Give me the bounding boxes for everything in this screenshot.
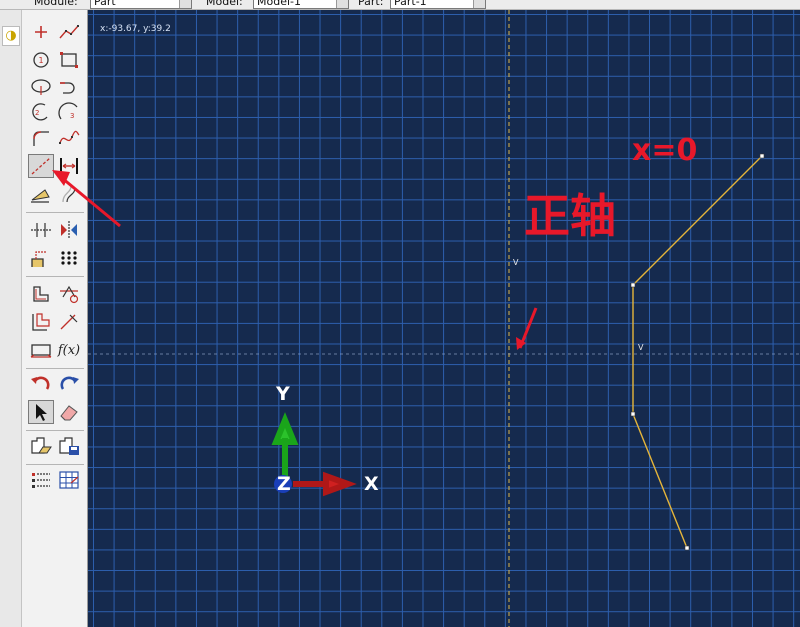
annotation-text: 正轴 — [524, 189, 616, 243]
model-label: Model: — [206, 0, 243, 8]
vertical-constraint-mark: V — [513, 258, 519, 267]
transform-icon[interactable] — [28, 338, 54, 362]
create-isolated-point-icon[interactable] — [28, 20, 54, 44]
chevron-down-icon[interactable] — [473, 0, 485, 8]
y-axis-arrow — [271, 412, 299, 480]
sketch-profile[interactable] — [632, 155, 763, 549]
save-sketch-icon[interactable] — [56, 434, 82, 458]
offset-icon[interactable] — [28, 246, 54, 270]
create-arc-three-points-icon[interactable]: 3 — [56, 100, 82, 124]
create-spline-icon[interactable] — [56, 126, 82, 150]
sketch-options-icon[interactable] — [28, 468, 54, 492]
sketch-viewport[interactable]: x:-93.67, y:39.2 V V Z Y X 正轴 x=0 — [88, 10, 800, 627]
part-value: Part-1 — [394, 0, 427, 8]
toolbox-separator — [26, 276, 84, 277]
svg-text:3: 3 — [70, 112, 74, 120]
create-arc-tangent-icon[interactable] — [56, 74, 82, 98]
split-icon[interactable] — [28, 218, 54, 242]
lightbulb-icon[interactable]: ◑ — [2, 26, 20, 46]
parameter-label: f(x) — [57, 342, 81, 358]
add-constraint-icon[interactable] — [28, 182, 54, 206]
vertical-constraint-mark: V — [638, 343, 644, 352]
model-value: Model-1 — [257, 0, 301, 8]
x-axis-arrow — [293, 471, 357, 497]
undo-icon[interactable] — [28, 372, 54, 396]
toolbox-separator — [26, 212, 84, 213]
module-combo[interactable]: Part — [90, 0, 192, 9]
add-reference-icon[interactable] — [56, 282, 82, 306]
erase-icon[interactable] — [56, 400, 82, 424]
create-arc-center-icon[interactable]: 2 — [28, 100, 54, 124]
sketch-vertex[interactable] — [630, 282, 636, 288]
parameter-icon[interactable]: f(x) — [56, 338, 82, 362]
sketch-toolbox: 1 2 3 f(x) — [22, 10, 88, 627]
copy-icon[interactable] — [28, 310, 54, 334]
sketch-vertex[interactable] — [630, 411, 636, 417]
z-axis-label: Z — [277, 473, 291, 495]
toolbox-separator — [26, 464, 84, 465]
redo-icon[interactable] — [56, 372, 82, 396]
toolbox-separator — [26, 430, 84, 431]
sketch-vertex[interactable] — [759, 153, 765, 159]
y-axis-label: Y — [275, 383, 290, 405]
project-edges-icon[interactable] — [28, 282, 54, 306]
add-dimension-icon[interactable] — [56, 154, 82, 178]
create-lines-connected-icon[interactable] — [56, 20, 82, 44]
chevron-down-icon[interactable] — [179, 0, 191, 8]
user-annotation: 正轴 x=0 — [516, 133, 697, 350]
select-icon[interactable] — [28, 400, 54, 424]
model-combo[interactable]: Model-1 — [253, 0, 349, 9]
annotation-formula: x=0 — [632, 133, 697, 168]
create-ellipse-icon[interactable] — [28, 74, 54, 98]
sketch-vertex[interactable] — [684, 545, 690, 551]
svg-text:1: 1 — [39, 56, 44, 65]
chevron-down-icon[interactable] — [336, 0, 348, 8]
sketch-canvas[interactable]: V V Z Y X 正轴 x=0 — [88, 10, 800, 627]
create-fillet-icon[interactable] — [28, 126, 54, 150]
create-circle-icon[interactable]: 1 — [28, 48, 54, 72]
context-bar: Module: Part Model: Model-1 Part: Part-1 — [0, 0, 800, 10]
left-strip: ◑ — [0, 10, 22, 627]
app-window: Module: Part Model: Model-1 Part: Part-1… — [0, 0, 800, 627]
open-sketch-icon[interactable] — [28, 434, 54, 458]
part-label: Part: — [358, 0, 384, 8]
view-triad: Z Y X — [271, 383, 379, 497]
create-construction-line-icon[interactable] — [28, 154, 54, 178]
mirror-icon[interactable] — [56, 218, 82, 242]
toolbox-separator — [26, 368, 84, 369]
part-combo[interactable]: Part-1 — [390, 0, 486, 9]
edit-dimension-icon[interactable] — [56, 182, 82, 206]
module-label: Module: — [34, 0, 78, 8]
x-axis-label: X — [364, 473, 379, 495]
svg-text:2: 2 — [35, 109, 39, 117]
trim-icon[interactable] — [56, 310, 82, 334]
module-value: Part — [94, 0, 116, 8]
pattern-icon[interactable] — [56, 246, 82, 270]
grid-options-icon[interactable] — [56, 468, 82, 492]
create-rectangle-icon[interactable] — [56, 48, 82, 72]
